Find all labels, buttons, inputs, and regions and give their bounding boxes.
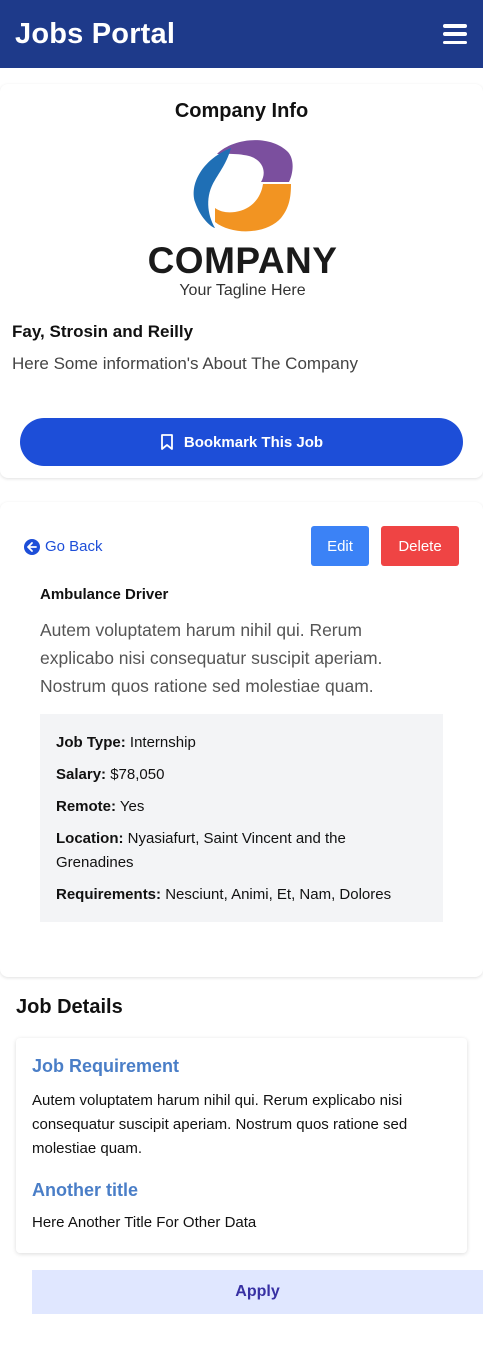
logo-wordmark: COMPANY bbox=[147, 240, 338, 281]
hamburger-line bbox=[443, 24, 467, 28]
job-details-heading: Job Details bbox=[16, 996, 123, 1018]
another-title: Another title bbox=[32, 1180, 138, 1200]
company-info-card: Company Info COMPANY Your Tagline Here F… bbox=[0, 84, 483, 478]
remote-label: Remote: bbox=[56, 798, 117, 815]
remote-row: Remote: Yes bbox=[56, 795, 427, 819]
job-requirement-title: Job Requirement bbox=[32, 1056, 180, 1076]
go-back-link[interactable]: Go Back bbox=[24, 538, 103, 555]
company-logo-mark bbox=[193, 140, 293, 232]
company-logo: COMPANY Your Tagline Here bbox=[145, 136, 340, 304]
remote-value: Yes bbox=[119, 798, 145, 815]
company-description: Here Some information's About The Compan… bbox=[12, 354, 358, 373]
company-name: Fay, Strosin and Reilly bbox=[12, 322, 194, 341]
hamburger-line bbox=[443, 40, 467, 44]
job-details-card: Job Requirement Autem voluptatem harum n… bbox=[16, 1038, 467, 1253]
bookmark-job-button[interactable]: Bookmark This Job bbox=[20, 418, 463, 466]
logo-tagline: Your Tagline Here bbox=[179, 282, 306, 299]
salary-label: Salary: bbox=[56, 766, 107, 783]
edit-button[interactable]: Edit bbox=[311, 526, 369, 566]
job-type-value: Internship bbox=[129, 734, 196, 751]
go-back-label: Go Back bbox=[45, 538, 103, 555]
job-type-label: Job Type: bbox=[56, 734, 126, 751]
delete-button[interactable]: Delete bbox=[381, 526, 459, 566]
salary-value: $78,050 bbox=[110, 766, 165, 783]
location-row: Location: Nyasiafurt, Saint Vincent and … bbox=[56, 827, 427, 875]
job-meta-box: Job Type: Internship Salary: $78,050 Rem… bbox=[40, 714, 443, 922]
requirements-row: Requirements: Nesciunt, Animi, Et, Nam, … bbox=[56, 883, 427, 907]
apply-button[interactable]: Apply bbox=[32, 1270, 483, 1314]
job-requirement-text: Autem voluptatem harum nihil qui. Rerum … bbox=[32, 1092, 408, 1157]
top-navbar: Jobs Portal bbox=[0, 0, 483, 68]
company-info-heading: Company Info bbox=[174, 100, 309, 122]
arrow-left-circle-icon bbox=[24, 538, 40, 555]
hamburger-menu-icon[interactable] bbox=[443, 24, 467, 44]
requirements-value: Nesciunt, Animi, Et, Nam, Dolores bbox=[165, 886, 392, 903]
location-label: Location: bbox=[56, 830, 124, 847]
requirements-label: Requirements: bbox=[56, 886, 162, 903]
bookmark-icon bbox=[160, 434, 173, 450]
job-title: Ambulance Driver bbox=[40, 586, 169, 603]
brand-title[interactable]: Jobs Portal bbox=[15, 18, 175, 51]
hamburger-line bbox=[443, 32, 467, 36]
job-description: Autem voluptatem harum nihil qui. Rerum … bbox=[40, 620, 383, 696]
salary-row: Salary: $78,050 bbox=[56, 763, 427, 787]
job-type-row: Job Type: Internship bbox=[56, 731, 427, 755]
job-card: Go Back Edit Delete Ambulance Driver Aut… bbox=[0, 502, 483, 977]
bookmark-label: Bookmark This Job bbox=[183, 433, 324, 451]
another-title-text: Here Another Title For Other Data bbox=[32, 1214, 257, 1231]
